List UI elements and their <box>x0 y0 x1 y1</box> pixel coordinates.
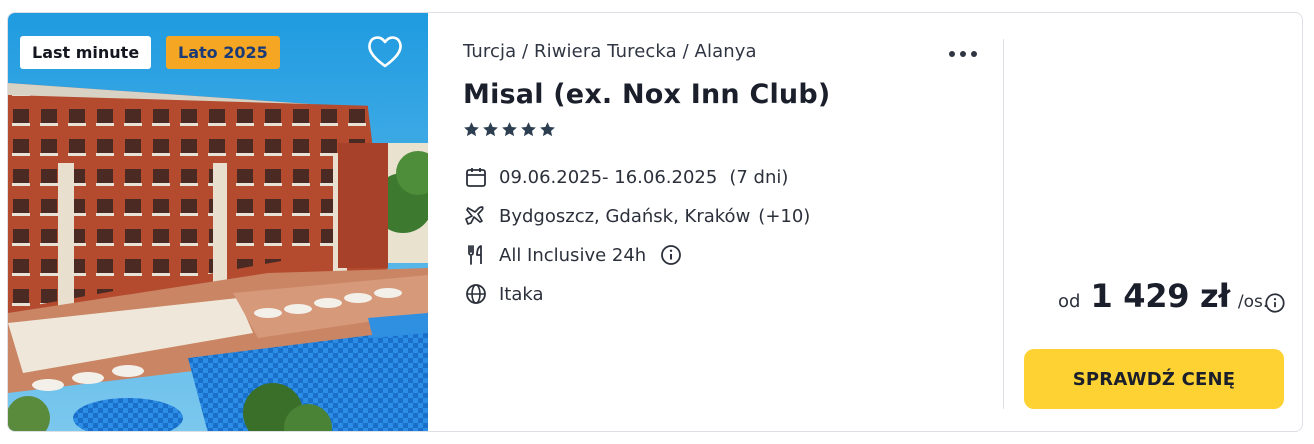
hotel-name[interactable]: Misal (ex. Nox Inn Club) <box>463 79 830 110</box>
price-block: od 1 429 zł /os. <box>1058 277 1268 315</box>
star-icon <box>483 122 498 137</box>
divider <box>1003 39 1004 409</box>
star-icon <box>521 122 536 137</box>
duration-text: (7 dni) <box>729 166 789 188</box>
breadcrumb-text: Turcja / Riwiera Turecka / Alanya <box>463 41 757 62</box>
board-info-icon[interactable] <box>658 242 684 268</box>
price-info-icon[interactable] <box>1264 292 1286 314</box>
dates-text: 09.06.2025- 16.06.2025 <box>499 166 718 188</box>
globe-icon <box>463 281 489 307</box>
board-text: All Inclusive 24h <box>499 244 647 266</box>
operator-text: Itaka <box>499 283 544 305</box>
hotel-photo-illustration <box>8 13 428 431</box>
star-icon <box>464 122 479 137</box>
breadcrumb: Turcja / Riwiera Turecka / Alanya <box>463 41 983 62</box>
star-icon <box>540 122 555 137</box>
departures-row: Bydgoszcz, Gdańsk, Kraków (+10) <box>463 203 810 229</box>
more-dots-icon <box>949 51 955 57</box>
plane-icon <box>463 203 489 229</box>
check-price-button[interactable]: SPRAWDŹ CENĘ <box>1024 349 1284 409</box>
heart-icon <box>368 36 402 68</box>
favorite-button[interactable] <box>367 35 403 69</box>
departures-more-link[interactable]: (+10) <box>758 206 810 227</box>
dates-row: 09.06.2025- 16.06.2025 (7 dni) <box>463 164 788 190</box>
star-icon <box>502 122 517 137</box>
board-row: All Inclusive 24h <box>463 242 694 268</box>
hotel-photo[interactable]: Last minute Lato 2025 <box>8 13 428 431</box>
price-from-label: od <box>1058 291 1081 312</box>
more-options-button[interactable] <box>947 40 979 66</box>
price-amount: 1 429 zł <box>1090 277 1230 315</box>
calendar-icon <box>463 164 489 190</box>
star-rating <box>463 121 556 138</box>
season-badge: Lato 2025 <box>166 36 280 69</box>
last-minute-badge: Last minute <box>20 36 152 69</box>
operator-row: Itaka <box>463 281 544 307</box>
cutlery-icon <box>463 242 489 268</box>
departures-text: Bydgoszcz, Gdańsk, Kraków <box>499 205 751 227</box>
offer-card[interactable]: Last minute Lato 2025 Turcja / Riwiera T… <box>7 12 1303 432</box>
